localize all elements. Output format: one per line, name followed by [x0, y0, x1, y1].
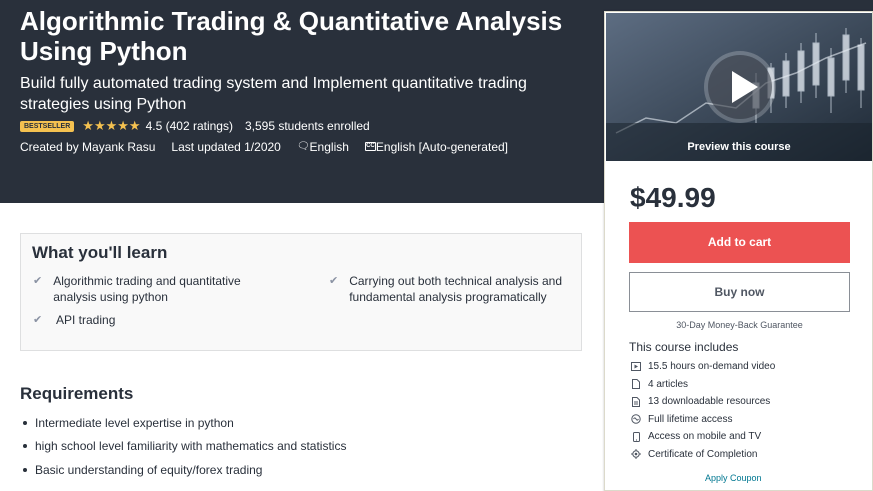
- course-preview-video[interactable]: Preview this course: [606, 13, 872, 161]
- play-icon: [708, 55, 772, 119]
- mobile-icon: [631, 431, 641, 442]
- bullet-icon: [23, 444, 27, 449]
- play-button[interactable]: [704, 51, 776, 123]
- closed-captions-icon: CC: [364, 142, 376, 151]
- course-captions: English [Auto-generated]: [375, 139, 508, 154]
- course-language: English: [309, 139, 349, 154]
- rating-stars-icon: ★★★★★: [82, 118, 141, 133]
- course-meta: Created by Mayank Rasu Last updated 1/20…: [20, 139, 508, 154]
- purchase-card: Preview this course $49.99 Add to cart B…: [604, 11, 873, 491]
- list-item: Intermediate level expertise in python: [20, 411, 346, 435]
- file-icon: [631, 379, 641, 390]
- preview-course-label[interactable]: Preview this course: [606, 141, 872, 153]
- includes-list: 15.5 hours on-demand video 4 articles 13…: [631, 358, 775, 463]
- apply-coupon-link[interactable]: Apply Coupon: [705, 473, 762, 483]
- students-enrolled: 3,595 students enrolled: [244, 119, 370, 133]
- list-item: high school level familiarity with mathe…: [20, 435, 346, 459]
- bestseller-badge: BESTSELLER: [20, 120, 75, 132]
- course-subtitle: Build fully automated trading system and…: [20, 75, 527, 113]
- list-item: Access on mobile and TV: [631, 428, 775, 446]
- infinity-icon: [631, 414, 641, 424]
- course-price: $49.99: [630, 182, 716, 213]
- list-item: 15.5 hours on-demand video: [631, 358, 775, 376]
- course-stats: BESTSELLER ★★★★★ 4.5 (402 ratings) 3,595…: [20, 118, 370, 134]
- bullet-icon: [23, 420, 27, 425]
- add-to-cart-button[interactable]: Add to cart: [629, 222, 850, 263]
- list-item: Full lifetime access: [631, 411, 775, 429]
- list-item: 4 articles: [631, 376, 775, 394]
- checkmark-icon: ✔: [33, 275, 43, 287]
- rating-text[interactable]: 4.5 (402 ratings): [146, 119, 233, 133]
- includes-title: This course includes: [629, 340, 739, 354]
- checkmark-icon: ✔: [33, 314, 43, 326]
- list-item: 13 downloadable resources: [631, 393, 775, 411]
- download-icon: [631, 396, 641, 407]
- list-item: ✔ Carrying out both technical analysis a…: [329, 274, 563, 304]
- checkmark-icon: ✔: [329, 275, 339, 287]
- speech-bubble-icon: 🗨: [296, 141, 310, 152]
- buy-now-button[interactable]: Buy now: [629, 272, 850, 312]
- bullet-icon: [23, 467, 27, 472]
- course-title: Algorithmic Trading & Quantitative Analy…: [20, 6, 563, 66]
- list-item: Certificate of Completion: [631, 446, 775, 464]
- requirements-list: Intermediate level expertise in python h…: [20, 411, 346, 482]
- video-icon: [631, 362, 641, 372]
- created-by[interactable]: Created by Mayank Rasu: [20, 140, 155, 154]
- list-item: ✔ API trading: [33, 313, 116, 327]
- money-back-guarantee: 30-Day Money-Back Guarantee: [676, 320, 803, 330]
- what-you-will-learn: What you'll learn ✔ Algorithmic trading …: [20, 233, 582, 351]
- learn-title: What you'll learn: [32, 243, 168, 262]
- list-item: ✔ Algorithmic trading and quantitative a…: [33, 274, 241, 304]
- last-updated: Last updated 1/2020: [171, 139, 281, 154]
- certificate-icon: [631, 449, 641, 460]
- requirements-title: Requirements: [20, 384, 134, 403]
